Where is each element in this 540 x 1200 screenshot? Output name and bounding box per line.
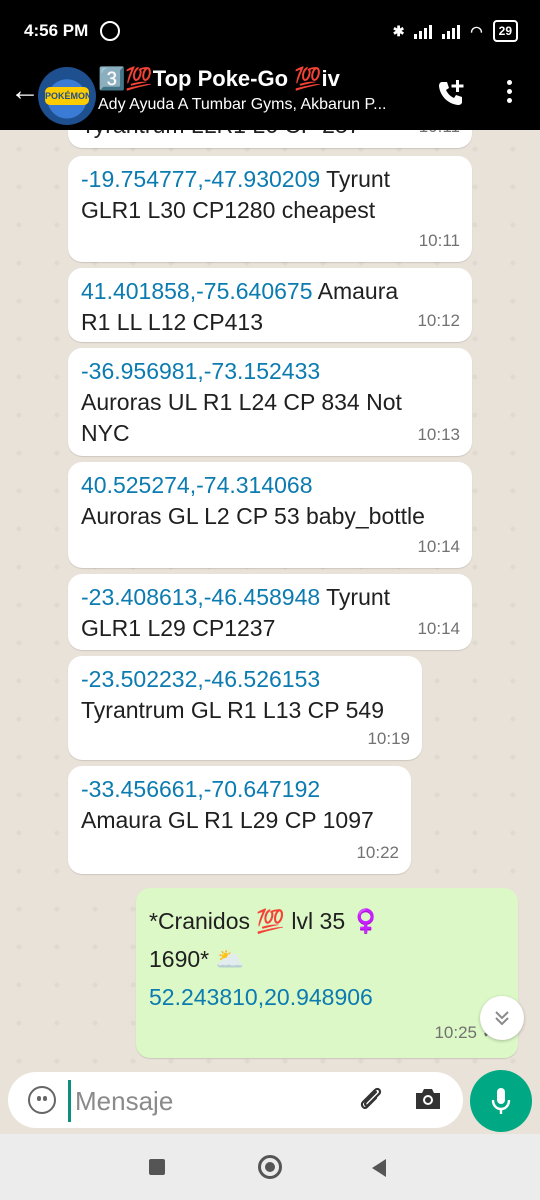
chat-title[interactable]: 3️⃣💯Top Poke-Go 💯iv <box>98 66 340 92</box>
message-bubble[interactable]: -33.456661,-70.647192 Amaura GL R1 L29 C… <box>68 766 411 874</box>
message-text: Auroras UL R1 L24 CP 834 Not NYC <box>81 389 402 446</box>
coordinates-link[interactable]: -23.502232,-46.526153 <box>81 666 320 692</box>
message-time: 10:14 <box>417 619 460 638</box>
message-time: 10:12 <box>417 311 460 330</box>
message-time: 10:14 <box>417 537 460 556</box>
signal-2-icon <box>442 23 461 39</box>
message-text: Tyrantrum LLR1 L6 CP 257 <box>81 130 361 138</box>
message-bubble[interactable]: -23.408613,-46.458948 Tyrunt GLR1 L29 CP… <box>68 574 472 650</box>
message-time: 10:19 <box>367 729 410 748</box>
back-arrow-icon[interactable]: ← <box>10 76 40 106</box>
message-bubble[interactable]: Tyrantrum LLR1 L6 CP 257 10:11 <box>68 130 472 148</box>
coordinates-link[interactable]: 52.243810,20.948906 <box>149 978 504 1016</box>
recents-icon[interactable] <box>149 1159 165 1175</box>
status-time: 4:56 PM <box>24 21 89 40</box>
message-text: Auroras GL L2 CP 53 baby_bottle <box>81 503 425 529</box>
camera-icon[interactable] <box>413 1084 443 1114</box>
message-time: 10:11 <box>418 231 460 250</box>
message-bubble[interactable]: 40.525274,-74.314068 Auroras GL L2 CP 53… <box>68 462 472 568</box>
home-icon[interactable] <box>258 1155 282 1179</box>
group-avatar[interactable]: POKÉMON <box>38 67 96 125</box>
status-icons: ✱ ◠ 29 <box>393 20 518 42</box>
message-input-container <box>8 1072 463 1128</box>
alarm-icon <box>100 21 121 41</box>
message-text: Tyrantrum GL R1 L13 CP 549 <box>81 697 384 723</box>
nav-back-icon[interactable] <box>372 1159 386 1177</box>
bluetooth-icon: ✱ <box>392 22 405 39</box>
attach-icon[interactable] <box>356 1084 386 1114</box>
signal-icon <box>414 23 433 39</box>
message-bubble[interactable]: -23.502232,-46.526153 Tyrantrum GL R1 L1… <box>68 656 422 760</box>
message-time: 10:25 <box>434 1023 478 1042</box>
outgoing-message-bubble[interactable]: *Cranidos 💯 lvl 35 ♀️ 1690* 🌥️ 52.243810… <box>136 888 518 1058</box>
coordinates-link[interactable]: -33.456661,-70.647192 <box>81 776 320 802</box>
system-nav-bar <box>0 1134 540 1200</box>
mic-button[interactable] <box>470 1070 532 1132</box>
more-options-icon[interactable] <box>500 80 518 110</box>
message-text: *Cranidos 💯 lvl 35 ♀️ <box>149 908 381 934</box>
scroll-to-bottom-button[interactable] <box>480 996 524 1040</box>
add-call-icon[interactable] <box>436 78 466 108</box>
message-text: 1690* 🌥️ <box>149 946 245 972</box>
coordinates-link[interactable]: 40.525274,-74.314068 <box>81 472 313 498</box>
battery-icon: 29 <box>492 20 518 42</box>
coordinates-link[interactable]: -23.408613,-46.458948 <box>81 584 320 610</box>
emoji-icon[interactable] <box>28 1086 56 1114</box>
message-time: 10:22 <box>356 843 399 862</box>
chat-participants[interactable]: Ady Ayuda A Tumbar Gyms, Akbarun P... <box>98 96 423 114</box>
chat-header: ← POKÉMON 3️⃣💯Top Poke-Go 💯iv Ady Ayuda … <box>0 62 540 130</box>
status-bar: 4:56 PM ✱ ◠ 29 <box>0 0 540 62</box>
message-bubble[interactable]: 41.401858,-75.640675 Amaura R1 LL L12 CP… <box>68 268 472 342</box>
message-time: 10:13 <box>417 425 460 444</box>
pokemon-logo-icon: POKÉMON <box>45 87 92 105</box>
wifi-icon: ◠ <box>470 22 483 39</box>
message-input[interactable] <box>68 1080 347 1122</box>
message-bubble[interactable]: -19.754777,-47.930209 Tyrunt GLR1 L30 CP… <box>68 156 472 262</box>
message-list[interactable]: Tyrantrum LLR1 L6 CP 257 10:11 -19.75477… <box>0 130 540 1070</box>
mic-icon <box>491 1088 511 1114</box>
compose-bar <box>0 1070 540 1134</box>
coordinates-link[interactable]: -36.956981,-73.152433 <box>81 358 320 384</box>
chevron-double-down-icon <box>495 1011 509 1026</box>
coordinates-link[interactable]: 41.401858,-75.640675 <box>81 278 313 304</box>
message-text: Amaura GL R1 L29 CP 1097 <box>81 807 374 833</box>
coordinates-link[interactable]: -19.754777,-47.930209 <box>81 166 320 192</box>
message-bubble[interactable]: -36.956981,-73.152433 Auroras UL R1 L24 … <box>68 348 472 456</box>
message-time: 10:11 <box>419 130 460 142</box>
